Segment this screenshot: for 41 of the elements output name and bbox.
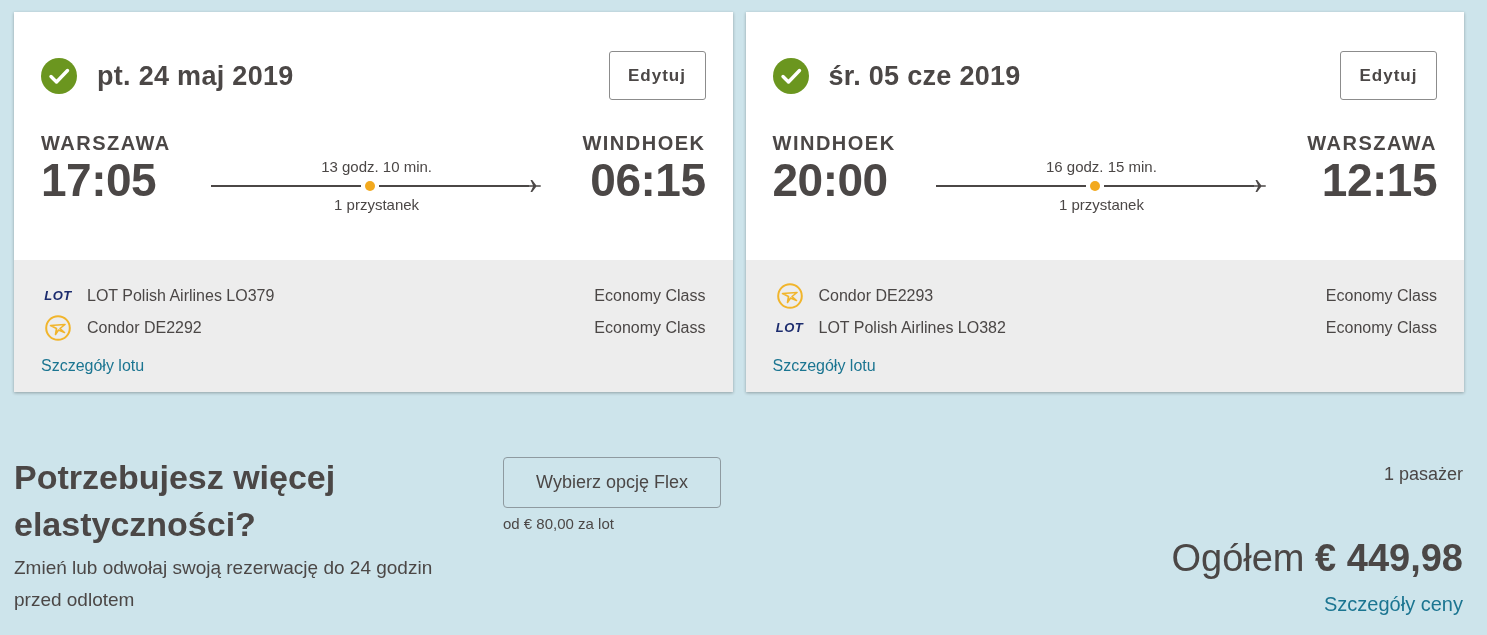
arrival-time: 12:15 — [1320, 155, 1437, 205]
flex-description: Zmień lub odwołaj swoją rezerwację do 24 godzin przed odlotem — [14, 556, 434, 612]
flight-number: Condor DE2293 — [818, 286, 934, 306]
origin-city: WINDHOEK — [772, 131, 896, 155]
flex-option-button[interactable]: Wybierz opcję Flex — [503, 457, 721, 508]
bird-emblem-icon — [45, 315, 71, 341]
flight-details-link[interactable]: Szczegóły lotu — [772, 356, 876, 376]
airplane-icon — [1253, 179, 1268, 193]
flight-details-link[interactable]: Szczegóły lotu — [41, 356, 145, 376]
cabin-class: Economy Class — [1325, 286, 1437, 306]
stop-dot-icon — [365, 181, 376, 191]
flight-number: LOT Polish Airlines LO382 — [818, 318, 1006, 338]
cabin-class: Economy Class — [594, 286, 706, 306]
flight-duration: 16 godz. 15 min. — [1045, 157, 1157, 177]
departure-time: 20:00 — [772, 155, 889, 205]
price-details-link[interactable]: Szczegóły ceny — [1324, 590, 1463, 618]
airline-logo: LOT — [775, 321, 804, 335]
cabin-class: Economy Class — [594, 318, 706, 338]
bird-emblem-icon — [776, 283, 803, 309]
flight-date: pt. 24 maj 2019 — [97, 59, 294, 93]
stop-dot-icon — [1089, 181, 1100, 191]
flight-date: śr. 05 cze 2019 — [828, 59, 1021, 93]
stops-count: 1 przystanek — [1058, 195, 1144, 215]
airline-logo: LOT — [44, 289, 72, 303]
flight-number: LOT Polish Airlines LO379 — [87, 286, 275, 306]
departure-time: 17:05 — [41, 155, 158, 205]
flex-heading: Potrzebujesz więcej elastyczności? — [14, 457, 337, 545]
flight-duration: 13 godz. 10 min. — [321, 157, 433, 177]
stops-count: 1 przystanek — [334, 195, 420, 215]
edit-button[interactable]: Edytuj — [1340, 51, 1437, 100]
origin-city: WARSZAWA — [41, 131, 171, 155]
flight-number: Condor DE2292 — [87, 318, 202, 338]
passenger-count: 1 pasażer — [1383, 463, 1463, 486]
destination-city: WARSZAWA — [1307, 131, 1437, 155]
destination-city: WINDHOEK — [582, 131, 706, 155]
cabin-class: Economy Class — [1325, 318, 1437, 338]
flex-price-note: od € 80,00 za lot — [503, 514, 614, 534]
edit-button[interactable]: Edytuj — [608, 51, 706, 100]
arrival-time: 06:15 — [589, 155, 706, 205]
airplane-icon — [528, 179, 543, 193]
total-price: Ogółem € 449,98 — [1171, 536, 1463, 581]
